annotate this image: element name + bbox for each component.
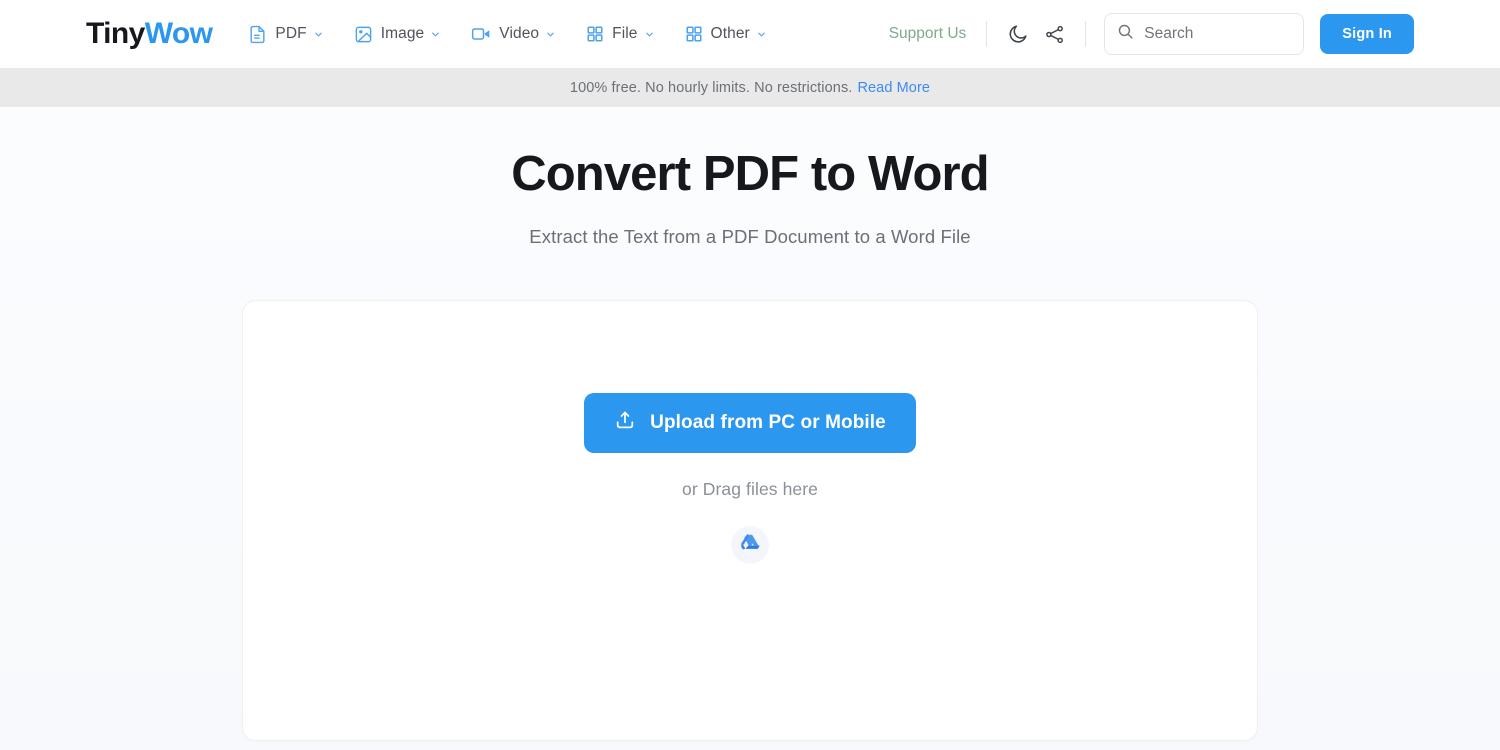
nav-label-other: Other (710, 25, 750, 42)
page-title: Convert PDF to Word (511, 147, 989, 201)
grid-icon (586, 25, 604, 43)
notice-bar: 100% free. No hourly limits. No restrict… (0, 68, 1500, 107)
chevron-down-icon (545, 29, 556, 40)
nav-item-video[interactable]: Video (471, 24, 556, 44)
nav-label-file: File (612, 25, 638, 42)
nav-item-other[interactable]: Other (685, 25, 767, 43)
nav-item-image[interactable]: Image (354, 25, 442, 44)
search-box[interactable] (1104, 13, 1305, 55)
google-drive-icon (740, 534, 760, 556)
sign-in-button[interactable]: Sign In (1320, 14, 1414, 54)
logo-text-accent: Wow (144, 17, 213, 50)
nav-item-pdf[interactable]: PDF (248, 25, 323, 44)
file-dropzone[interactable]: Upload from PC or Mobile or Drag files h… (242, 299, 1258, 741)
nav-item-file[interactable]: File (586, 25, 654, 43)
page-subtitle: Extract the Text from a PDF Document to … (529, 225, 971, 247)
upload-from-pc-button[interactable]: Upload from PC or Mobile (584, 392, 916, 453)
header-icon-group (1003, 19, 1069, 49)
main-navigation: PDF Image Video File Other (248, 24, 766, 44)
google-drive-upload-button[interactable] (731, 525, 769, 564)
read-more-link[interactable]: Read More (857, 80, 930, 96)
search-input[interactable] (1144, 25, 1292, 43)
header-divider (1085, 21, 1087, 47)
main-content: Convert PDF to Word Extract the Text fro… (0, 107, 1500, 750)
upload-button-label: Upload from PC or Mobile (650, 411, 886, 433)
chevron-down-icon (644, 29, 655, 40)
nav-label-pdf: PDF (275, 25, 307, 42)
nav-label-video: Video (499, 25, 540, 42)
notice-text: 100% free. No hourly limits. No restrict… (569, 79, 853, 96)
upload-icon (614, 409, 636, 437)
header-actions: Support Us Search Sign In (889, 13, 1414, 55)
search-icon (1117, 23, 1134, 45)
chevron-down-icon (756, 29, 767, 40)
image-icon (354, 25, 373, 44)
document-icon (248, 25, 267, 44)
header-divider (986, 21, 988, 47)
site-header: TinyWow PDF Image Video File Other Suppo… (0, 0, 1500, 68)
chevron-down-icon (313, 29, 324, 40)
drag-files-hint: or Drag files here (681, 478, 819, 499)
chevron-down-icon (430, 29, 441, 40)
moon-icon[interactable] (1003, 19, 1033, 49)
video-camera-icon (471, 24, 491, 44)
grid-icon (685, 25, 703, 43)
logo-text-primary: Tiny (86, 17, 145, 50)
site-logo[interactable]: TinyWow (86, 17, 213, 50)
nav-label-image: Image (380, 25, 425, 42)
share-icon[interactable] (1039, 19, 1069, 49)
support-us-link[interactable]: Support Us (889, 25, 967, 43)
